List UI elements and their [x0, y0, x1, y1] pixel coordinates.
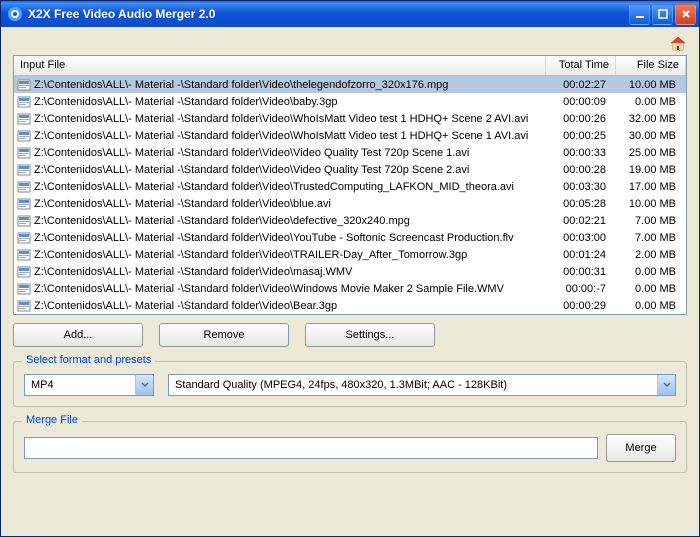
file-time: 00:00:33 — [546, 147, 616, 159]
file-path: Z:\Contenidos\ALL\- Material -\Standard … — [34, 215, 410, 227]
file-size: 30.00 MB — [616, 130, 686, 142]
file-path: Z:\Contenidos\ALL\- Material -\Standard … — [34, 283, 504, 295]
file-time: 00:02:27 — [546, 79, 616, 91]
output-path-field[interactable] — [24, 437, 598, 459]
remove-button[interactable]: Remove — [159, 323, 289, 347]
file-time: 00:01:24 — [546, 249, 616, 261]
file-size: 0.00 MB — [616, 96, 686, 108]
table-row[interactable]: Z:\Contenidos\ALL\- Material -\Standard … — [14, 246, 686, 263]
file-time: 00:03:30 — [546, 181, 616, 193]
video-file-icon — [17, 146, 31, 160]
settings-button[interactable]: Settings... — [305, 323, 435, 347]
table-row[interactable]: Z:\Contenidos\ALL\- Material -\Standard … — [14, 127, 686, 144]
file-path: Z:\Contenidos\ALL\- Material -\Standard … — [34, 266, 352, 278]
video-file-icon — [17, 282, 31, 296]
video-file-icon — [17, 163, 31, 177]
video-file-icon — [17, 299, 31, 313]
file-size: 7.00 MB — [616, 232, 686, 244]
table-row[interactable]: Z:\Contenidos\ALL\- Material -\Standard … — [14, 297, 686, 314]
merge-group: Merge File Merge — [13, 421, 687, 473]
file-time: 00:00:25 — [546, 130, 616, 142]
file-size: 19.00 MB — [616, 164, 686, 176]
format-select[interactable]: MP4 — [24, 374, 154, 396]
chevron-down-icon — [657, 375, 675, 395]
add-button[interactable]: Add... — [13, 323, 143, 347]
col-header-file[interactable]: Input File — [14, 56, 546, 75]
home-icon[interactable] — [669, 35, 687, 53]
video-file-icon — [17, 248, 31, 262]
file-path: Z:\Contenidos\ALL\- Material -\Standard … — [34, 96, 338, 108]
file-time: 00:00:29 — [546, 300, 616, 312]
file-time: 00:00:09 — [546, 96, 616, 108]
titlebar: X2X Free Video Audio Merger 2.0 — [1, 1, 699, 27]
video-file-icon — [17, 180, 31, 194]
file-size: 2.00 MB — [616, 249, 686, 261]
file-time: 00:02:21 — [546, 215, 616, 227]
file-path: Z:\Contenidos\ALL\- Material -\Standard … — [34, 181, 514, 193]
table-row[interactable]: Z:\Contenidos\ALL\- Material -\Standard … — [14, 144, 686, 161]
file-path: Z:\Contenidos\ALL\- Material -\Standard … — [34, 232, 514, 244]
file-time: 00:00:26 — [546, 113, 616, 125]
preset-select[interactable]: Standard Quality (MPEG4, 24fps, 480x320,… — [168, 374, 676, 396]
video-file-icon — [17, 78, 31, 92]
table-row[interactable]: Z:\Contenidos\ALL\- Material -\Standard … — [14, 263, 686, 280]
file-size: 17.00 MB — [616, 181, 686, 193]
file-time: 00:00:28 — [546, 164, 616, 176]
file-size: 10.00 MB — [616, 198, 686, 210]
file-time: 00:03:00 — [546, 232, 616, 244]
file-path: Z:\Contenidos\ALL\- Material -\Standard … — [34, 147, 469, 159]
file-list[interactable]: Input File Total Time File Size Z:\Conte… — [13, 55, 687, 315]
video-file-icon — [17, 129, 31, 143]
file-time: 00:05:28 — [546, 198, 616, 210]
file-time: 00:00:-7 — [546, 283, 616, 295]
file-path: Z:\Contenidos\ALL\- Material -\Standard … — [34, 130, 528, 142]
list-header: Input File Total Time File Size — [14, 56, 686, 76]
file-size: 0.00 MB — [616, 283, 686, 295]
video-file-icon — [17, 265, 31, 279]
table-row[interactable]: Z:\Contenidos\ALL\- Material -\Standard … — [14, 161, 686, 178]
table-row[interactable]: Z:\Contenidos\ALL\- Material -\Standard … — [14, 280, 686, 297]
file-size: 32.00 MB — [616, 113, 686, 125]
file-path: Z:\Contenidos\ALL\- Material -\Standard … — [34, 164, 469, 176]
video-file-icon — [17, 231, 31, 245]
file-time: 00:00:31 — [546, 266, 616, 278]
table-row[interactable]: Z:\Contenidos\ALL\- Material -\Standard … — [14, 93, 686, 110]
merge-legend: Merge File — [22, 414, 82, 426]
table-row[interactable]: Z:\Contenidos\ALL\- Material -\Standard … — [14, 178, 686, 195]
file-path: Z:\Contenidos\ALL\- Material -\Standard … — [34, 198, 331, 210]
table-row[interactable]: Z:\Contenidos\ALL\- Material -\Standard … — [14, 212, 686, 229]
file-path: Z:\Contenidos\ALL\- Material -\Standard … — [34, 79, 448, 91]
file-size: 0.00 MB — [616, 300, 686, 312]
window-title: X2X Free Video Audio Merger 2.0 — [28, 7, 629, 21]
file-path: Z:\Contenidos\ALL\- Material -\Standard … — [34, 249, 467, 261]
col-header-size[interactable]: File Size — [616, 56, 686, 75]
table-row[interactable]: Z:\Contenidos\ALL\- Material -\Standard … — [14, 76, 686, 93]
file-path: Z:\Contenidos\ALL\- Material -\Standard … — [34, 300, 337, 312]
file-path: Z:\Contenidos\ALL\- Material -\Standard … — [34, 113, 528, 125]
file-size: 10.00 MB — [616, 79, 686, 91]
table-row[interactable]: Z:\Contenidos\ALL\- Material -\Standard … — [14, 195, 686, 212]
file-size: 7.00 MB — [616, 215, 686, 227]
maximize-button[interactable] — [652, 4, 673, 25]
merge-button[interactable]: Merge — [606, 434, 676, 462]
col-header-time[interactable]: Total Time — [546, 56, 616, 75]
video-file-icon — [17, 197, 31, 211]
video-file-icon — [17, 214, 31, 228]
minimize-button[interactable] — [629, 4, 650, 25]
table-row[interactable]: Z:\Contenidos\ALL\- Material -\Standard … — [14, 110, 686, 127]
video-file-icon — [17, 112, 31, 126]
format-group: Select format and presets MP4 Standard Q… — [13, 361, 687, 407]
file-size: 25.00 MB — [616, 147, 686, 159]
chevron-down-icon — [135, 375, 153, 395]
close-button[interactable] — [675, 4, 696, 25]
table-row[interactable]: Z:\Contenidos\ALL\- Material -\Standard … — [14, 229, 686, 246]
video-file-icon — [17, 95, 31, 109]
app-icon — [7, 6, 23, 22]
file-size: 0.00 MB — [616, 266, 686, 278]
format-legend: Select format and presets — [22, 354, 155, 366]
